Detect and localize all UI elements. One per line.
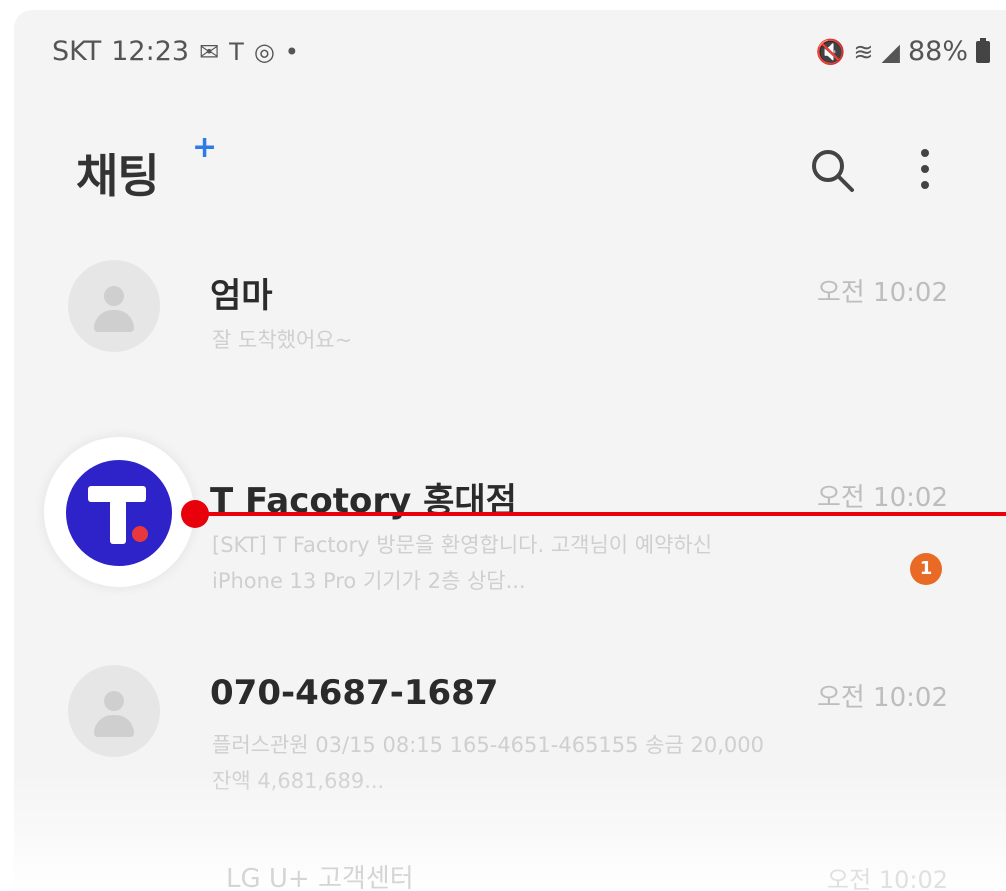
- signal-icon: ◢: [881, 37, 900, 66]
- status-left: SKT 12:23 ✉ T ◎ •: [52, 36, 299, 67]
- person-icon: [104, 286, 124, 306]
- chat-preview: 잘 도착했어요~: [212, 328, 353, 352]
- battery-percent: 88%: [907, 36, 968, 67]
- app-header: 채팅 +: [14, 120, 1006, 210]
- chat-time: 오전 10:02: [816, 278, 948, 308]
- battery-icon: [976, 37, 990, 63]
- annotation-pointer-line: [196, 512, 1006, 516]
- status-right: 🔇 ≋ ◢ 88%: [816, 36, 990, 67]
- more-dot-icon: [921, 165, 929, 173]
- status-bar: SKT 12:23 ✉ T ◎ • 🔇 ≋ ◢ 88%: [14, 10, 1006, 90]
- notification-icon: ✉: [199, 37, 220, 66]
- t-notification-icon: T: [229, 37, 244, 66]
- chat-name-partial[interactable]: LG U+ 고객센터: [226, 858, 414, 891]
- annotation-pointer-dot: [181, 500, 209, 528]
- mute-icon: 🔇: [815, 37, 846, 66]
- more-options-button[interactable]: [910, 144, 940, 198]
- search-button[interactable]: [808, 146, 858, 196]
- person-icon: [104, 691, 124, 711]
- search-icon: [812, 150, 854, 192]
- more-notifications-icon: •: [284, 37, 299, 66]
- more-dot-icon: [921, 149, 929, 157]
- chat-time: 오전 10:02: [816, 683, 948, 713]
- chat-preview: [SKT] T Factory 방문을 환영합니다. 고객님이 예약하신 iPh…: [212, 533, 713, 593]
- avatar: [68, 260, 160, 352]
- page-title: 채팅: [76, 149, 160, 203]
- chat-time: 오전 10:02: [816, 483, 948, 513]
- carrier-label: SKT: [52, 36, 102, 67]
- more-dot-icon: [921, 181, 929, 189]
- chat-item-mom[interactable]: 엄마 오전 10:02 잘 도착했어요~: [14, 260, 1006, 430]
- chat-name: 070-4687-1687: [210, 673, 499, 713]
- clock: 12:23: [111, 36, 190, 67]
- chat-name: 엄마: [210, 276, 273, 316]
- wifi-icon: ≋: [853, 37, 874, 66]
- instagram-icon: ◎: [253, 37, 275, 66]
- plus-badge-icon: +: [192, 130, 218, 165]
- chat-time-partial: 오전 10:02: [827, 866, 948, 891]
- t-factory-logo-icon[interactable]: [66, 460, 172, 566]
- unread-badge: 1: [910, 553, 942, 585]
- avatar: [68, 665, 160, 757]
